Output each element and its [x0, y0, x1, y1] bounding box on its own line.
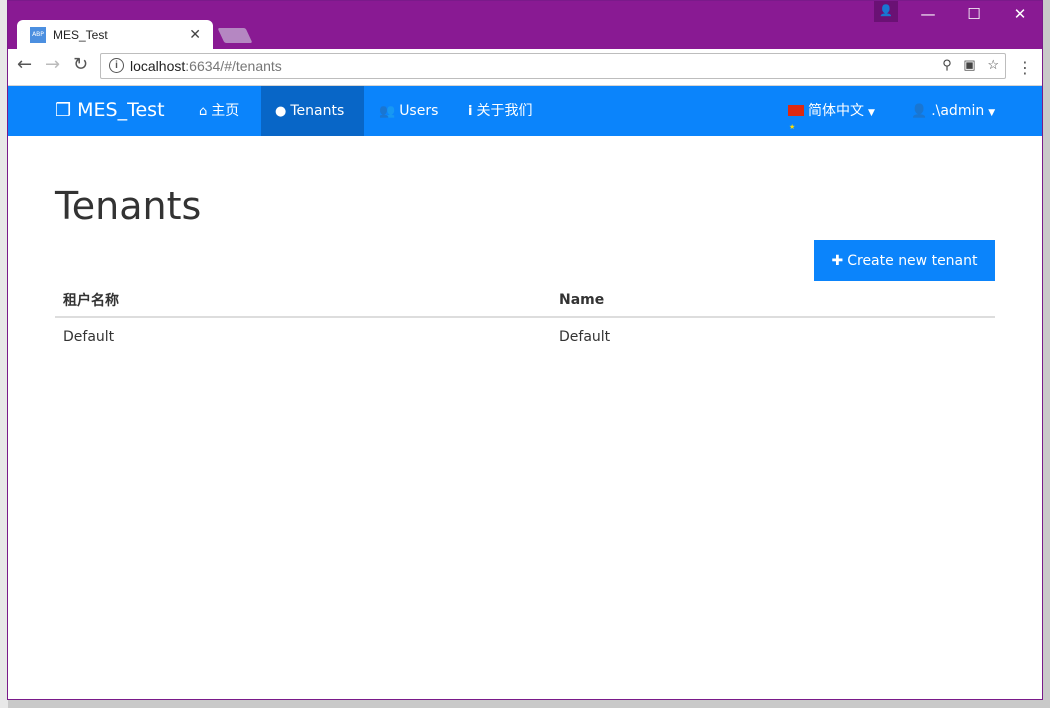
- nav-label: 主页: [211, 103, 240, 119]
- address-bar[interactable]: i localhost:6634/#/tenants ⚲ ▣ ☆: [100, 53, 1006, 79]
- browser-toolbar: ← → ↻ i localhost:6634/#/tenants ⚲ ▣ ☆ ⋮: [8, 49, 1042, 86]
- info-icon: i: [468, 104, 473, 119]
- browser-tab[interactable]: ABP MES_Test ✕: [17, 20, 213, 50]
- create-button-label: Create new tenant: [847, 252, 978, 269]
- nav-item-tenants[interactable]: ● Tenants: [261, 86, 364, 136]
- tenants-table: 租户名称 Name Default Default: [55, 284, 995, 356]
- page-title: Tenants: [55, 184, 202, 228]
- browser-menu-icon[interactable]: ⋮: [1017, 58, 1033, 77]
- plus-icon: ✚: [831, 252, 844, 269]
- url-path: :6634/#/tenants: [185, 58, 282, 74]
- cubes-icon: ❒: [55, 100, 72, 121]
- close-window-button[interactable]: ✕: [997, 5, 1042, 23]
- globe-icon: ●: [275, 104, 287, 119]
- page-content: Tenants ✚ Create new tenant 租户名称 Name Def…: [8, 136, 1042, 699]
- user-dropdown[interactable]: 👤 .\admin ▼: [897, 86, 1009, 136]
- brand-name: MES_Test: [77, 99, 165, 121]
- nav-label: 关于我们: [476, 103, 533, 119]
- url-text[interactable]: localhost:6634/#/tenants: [130, 58, 282, 74]
- nav-item-about[interactable]: i 关于我们: [454, 86, 546, 136]
- browser-window: ABP MES_Test ✕ 👤 — ☐ ✕ ← → ↻ i localhost…: [7, 0, 1043, 700]
- caret-down-icon: ▼: [988, 108, 996, 118]
- china-flag-icon: [788, 102, 804, 152]
- tab-close-icon[interactable]: ✕: [189, 26, 201, 43]
- user-label: .\admin: [931, 103, 985, 119]
- browser-titlebar: ABP MES_Test ✕ 👤 — ☐ ✕: [8, 1, 1042, 50]
- nav-label: Users: [399, 103, 439, 119]
- app-navbar: ❒MES_Test ⌂主页 ●Tenants 👥Users i关于我们 简体中文…: [8, 86, 1042, 152]
- nav-label: Tenants: [290, 103, 345, 119]
- minimize-button[interactable]: —: [905, 5, 951, 23]
- user-icon: 👤: [911, 104, 928, 119]
- site-info-icon[interactable]: i: [109, 58, 124, 73]
- reload-icon[interactable]: ↻: [73, 54, 88, 75]
- nav-item-home[interactable]: ⌂ 主页: [185, 86, 253, 136]
- table-cell-name: Default: [559, 329, 611, 345]
- url-host: localhost: [130, 58, 186, 74]
- brand-link[interactable]: ❒ MES_Test: [55, 99, 165, 121]
- home-icon: ⌂: [199, 104, 208, 119]
- bookmark-star-icon[interactable]: ☆: [987, 57, 999, 72]
- back-arrow-icon[interactable]: ←: [17, 54, 32, 75]
- column-header-name[interactable]: Name: [551, 284, 995, 318]
- omnibox-actions: ⚲ ▣ ☆: [942, 57, 999, 73]
- language-dropdown[interactable]: 简体中文 ▼: [774, 86, 889, 152]
- users-icon: 👥: [379, 104, 396, 119]
- create-tenant-button[interactable]: ✚ Create new tenant: [814, 240, 995, 281]
- profile-icon[interactable]: 👤: [874, 1, 898, 22]
- table-row[interactable]: Default Default: [55, 317, 995, 356]
- key-icon[interactable]: ⚲: [942, 57, 952, 72]
- maximize-button[interactable]: ☐: [951, 5, 997, 23]
- table-header-row: 租户名称 Name: [55, 284, 995, 318]
- new-tab-button[interactable]: [217, 28, 253, 43]
- abp-favicon-icon: ABP: [30, 27, 46, 43]
- column-header-tenancy-name[interactable]: 租户名称: [55, 284, 551, 318]
- translate-icon[interactable]: ▣: [963, 57, 975, 72]
- language-label: 简体中文: [808, 103, 864, 119]
- forward-arrow-icon[interactable]: →: [45, 54, 60, 75]
- table-cell-tenancy-name: Default: [63, 329, 115, 345]
- nav-item-users[interactable]: 👥 Users: [365, 86, 452, 136]
- caret-down-icon: ▼: [868, 108, 875, 118]
- tab-title: MES_Test: [53, 28, 108, 42]
